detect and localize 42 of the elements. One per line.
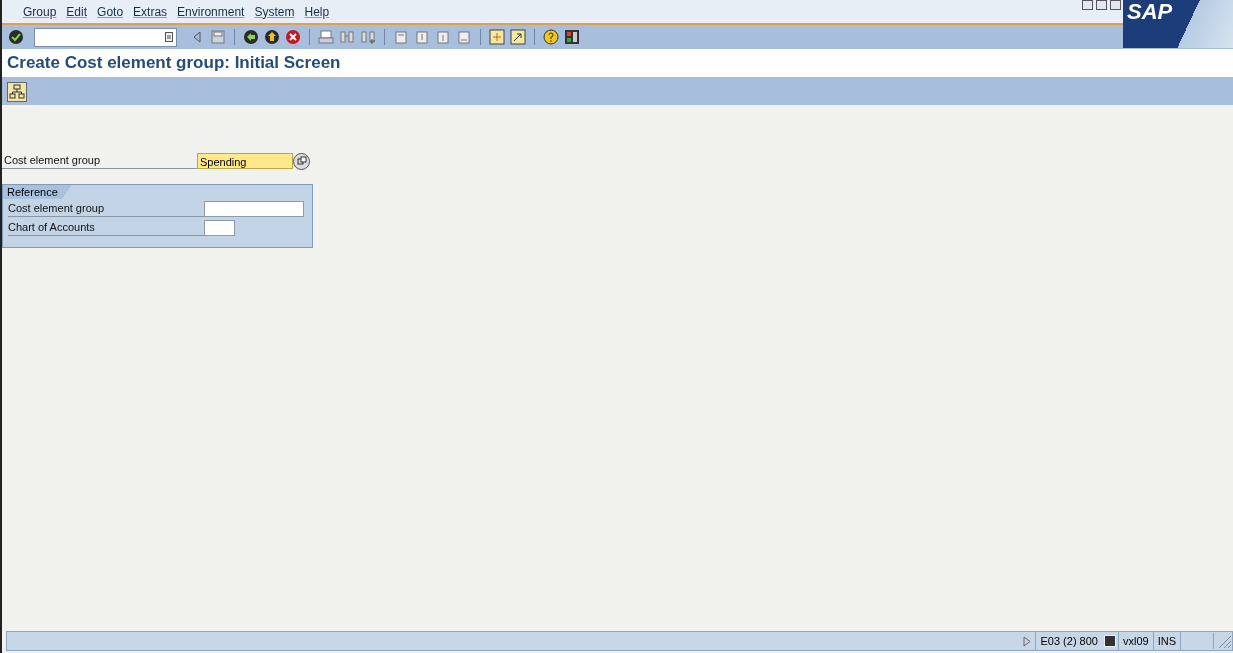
layout-icon[interactable]: [564, 29, 580, 45]
input-field[interactable]: [204, 219, 235, 236]
windows-icon: [296, 156, 307, 166]
screen-title: Create Cost element group: Initial Screen: [7, 53, 341, 73]
server-name: vxl09: [1117, 632, 1153, 650]
last-page-icon[interactable]: [456, 29, 472, 45]
menu-item[interactable]: Goto: [92, 4, 129, 19]
next-page-icon[interactable]: [435, 29, 451, 45]
first-page-icon[interactable]: [393, 29, 409, 45]
group-title: Reference: [3, 185, 72, 199]
exit-icon[interactable]: [264, 29, 280, 45]
shortcut-icon[interactable]: [510, 29, 526, 45]
system-info: E03 (2) 800: [1035, 632, 1102, 650]
previous-page-icon[interactable]: [414, 29, 430, 45]
input-field[interactable]: [204, 200, 304, 217]
command-field[interactable]: [34, 27, 177, 47]
resize-grip-icon[interactable]: [1213, 633, 1232, 649]
back-icon[interactable]: [243, 29, 259, 45]
menu-item[interactable]: System: [249, 4, 300, 19]
new-session-icon[interactable]: [489, 29, 505, 45]
menu-item[interactable]: Environment: [172, 4, 250, 19]
menu-item[interactable]: Group: [18, 4, 62, 19]
field-label: Cost element group: [2, 153, 197, 169]
help-icon[interactable]: [543, 29, 559, 45]
menu-item[interactable]: Extras: [128, 4, 173, 19]
find-next-icon[interactable]: [360, 29, 376, 45]
cancel-icon[interactable]: [285, 29, 301, 45]
search-help-button[interactable]: [293, 152, 310, 170]
history-list-icon[interactable]: [165, 32, 173, 42]
enter-icon[interactable]: [8, 29, 24, 45]
menu-item[interactable]: Help: [299, 4, 335, 19]
input-mode: INS: [1152, 632, 1180, 650]
logo-text: SAP: [1126, 0, 1174, 24]
cost-element-group-field[interactable]: Spending: [197, 153, 293, 169]
field-label: Chart of Accounts: [8, 219, 204, 236]
field-label: Cost element group: [8, 200, 204, 217]
find-icon[interactable]: [339, 29, 355, 45]
session-icon[interactable]: [1103, 635, 1116, 647]
hierarchy-icon[interactable]: [7, 82, 27, 102]
save-icon[interactable]: [210, 29, 226, 45]
menu-item[interactable]: Edit: [61, 4, 93, 19]
print-icon[interactable]: [318, 29, 334, 45]
